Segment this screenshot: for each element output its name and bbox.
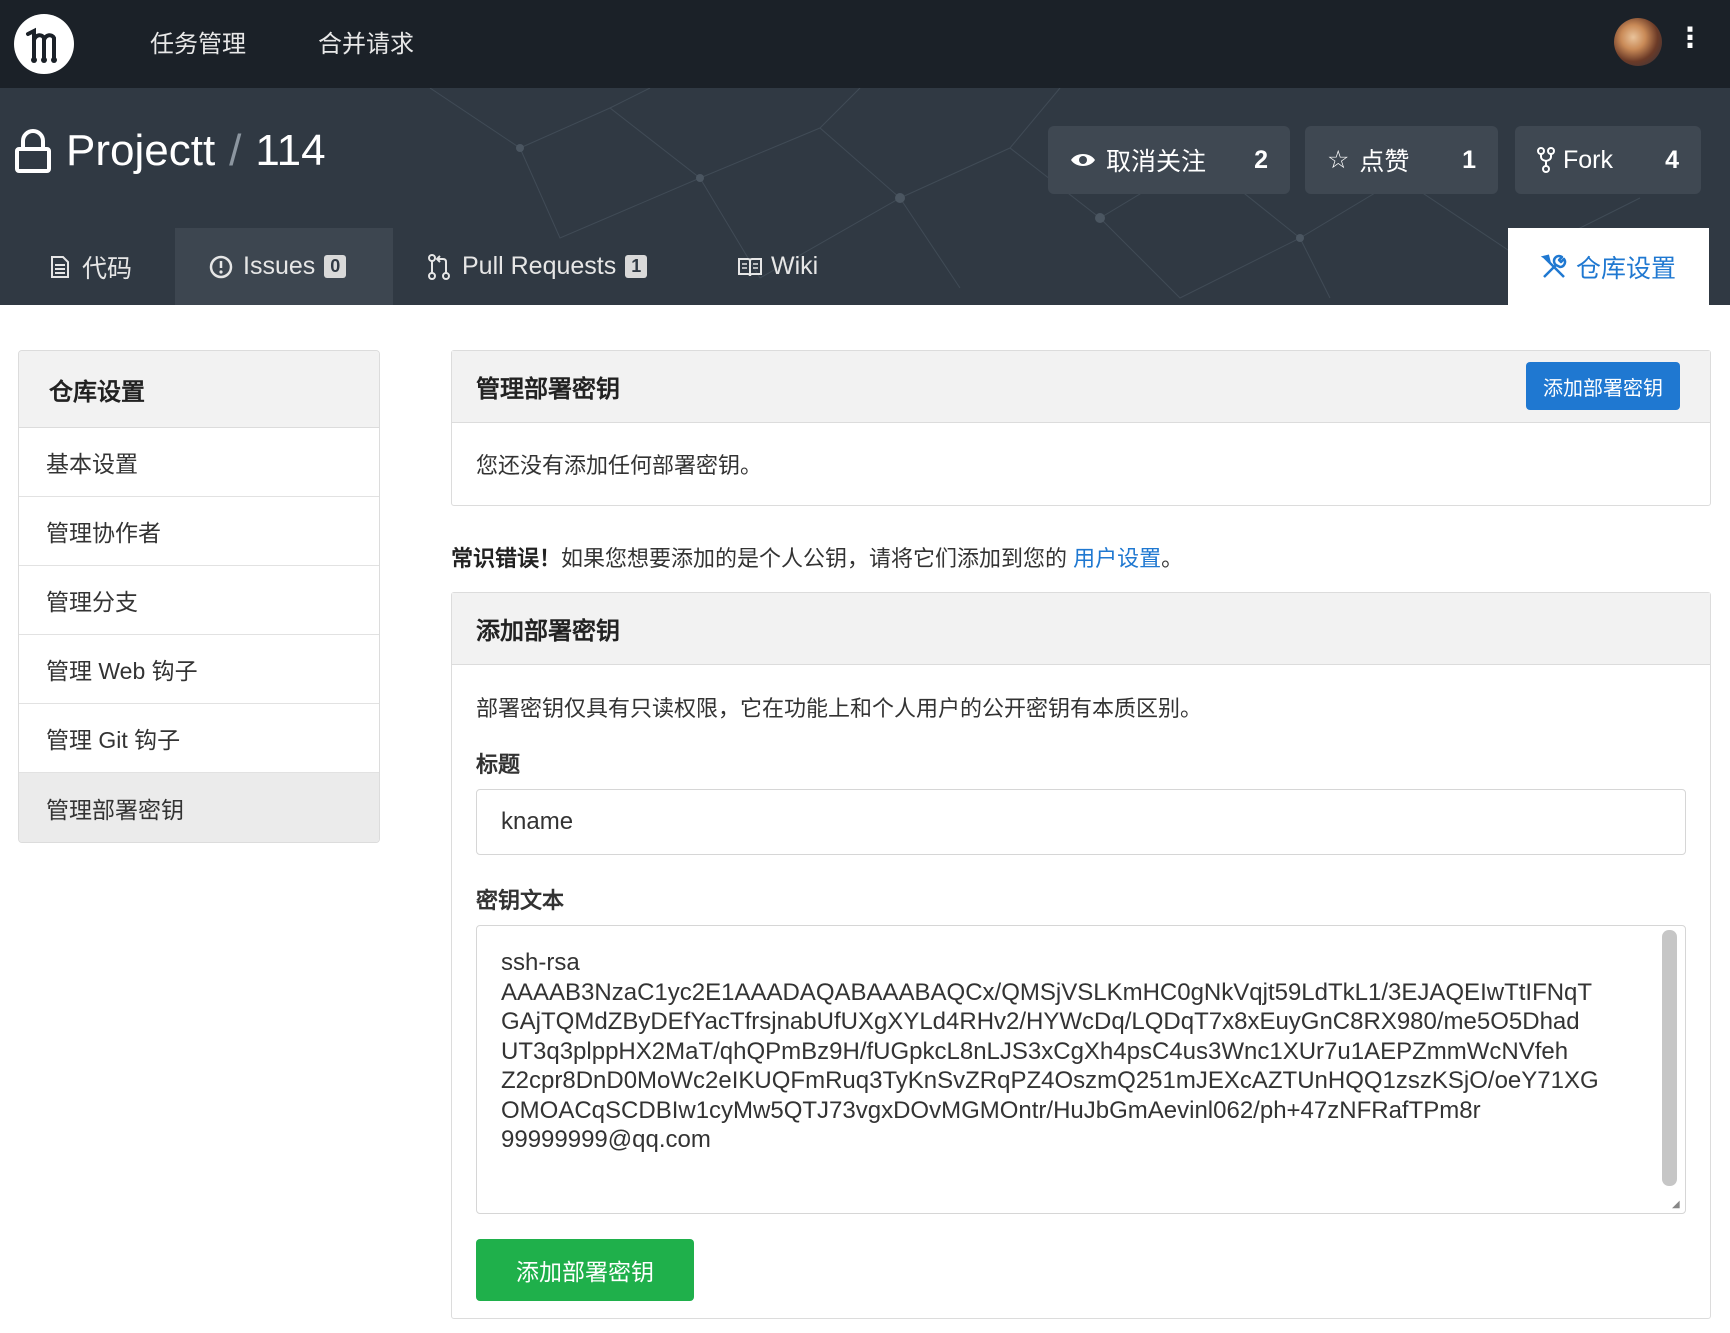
tab-code-label: 代码 (82, 254, 133, 283)
pull-request-icon (428, 253, 450, 280)
app-logo[interactable] (14, 14, 74, 74)
fork-icon (1537, 147, 1555, 173)
key-line: UT3q3plppHX2MaT/qhQPmBz9H/fUGpkcL8nLJS3x… (501, 1037, 1569, 1065)
star-count: 1 (1462, 145, 1476, 174)
top-navbar: 任务管理 合并请求 ⋮ (0, 0, 1730, 88)
repo-path-separator: / (229, 126, 242, 175)
manage-deploy-keys-title: 管理部署密钥 (476, 376, 620, 403)
key-line: ssh-rsa (501, 949, 580, 976)
tab-settings[interactable]: 仓库设置 (1508, 228, 1709, 305)
manage-deploy-keys-header: 管理部署密钥 添加部署密钥 (452, 351, 1710, 423)
tab-wiki-label: Wiki (771, 252, 819, 280)
key-content-label: 密钥文本 (476, 888, 565, 913)
repo-name-link[interactable]: 114 (255, 126, 325, 176)
key-content-textarea[interactable]: ssh-rsa AAAAB3NzaC1yc2E1AAADAQABAAABAQCx… (476, 925, 1686, 1214)
file-icon (51, 255, 69, 278)
warning-strong: 常识错误！ (451, 546, 562, 571)
key-line: GAjTQMdZByDEfYacTfrsjnabUfUXgXYLd4RHv2/H… (501, 1008, 1580, 1035)
repo-owner-link[interactable]: Projectt (66, 126, 215, 176)
sidebar-item-git-hooks[interactable]: 管理 Git 钩子 (19, 704, 379, 773)
sidebar-item-branches[interactable]: 管理分支 (19, 566, 379, 635)
watch-label: 取消关注 (1106, 148, 1207, 176)
key-line: Z2cpr8DnD0MoWc2eIKUQFmRuq3TyKnSvZRqPZ4Os… (501, 1067, 1599, 1094)
sidebar-title: 仓库设置 (19, 351, 379, 428)
personal-key-warning: 常识错误！如果您想要添加的是个人公钥，请将它们添加到您的 用户设置。 (451, 541, 1183, 573)
textarea-scrollbar[interactable] (1662, 930, 1677, 1186)
tab-pull-requests-label: Pull Requests (462, 252, 617, 280)
key-line: OMOACqSCDBIw1cyMw5QTJ73vgxDOvMGMOntr/HuJ… (501, 1096, 1481, 1124)
add-deploy-key-header: 添加部署密钥 (452, 593, 1710, 665)
key-line: 99999999@qq.com (501, 1126, 711, 1153)
add-deploy-key-form: 部署密钥仅具有只读权限，它在功能上和个人用户的公开密钥有本质区别。 标题 kna… (452, 691, 1710, 1301)
tab-wiki[interactable]: Wiki (737, 228, 847, 305)
sidebar-item-collaborators[interactable]: 管理协作者 (19, 497, 379, 566)
star-button[interactable]: ☆ 点赞 1 (1305, 126, 1498, 194)
sidebar-item-deploy-keys[interactable]: 管理部署密钥 (19, 773, 379, 842)
submit-deploy-key-button[interactable]: 添加部署密钥 (476, 1239, 694, 1301)
add-deploy-key-panel: 添加部署密钥 部署密钥仅具有只读权限，它在功能上和个人用户的公开密钥有本质区别。… (451, 592, 1711, 1319)
book-icon (738, 257, 762, 276)
pulls-count-badge: 1 (625, 255, 648, 278)
no-keys-message: 您还没有添加任何部署密钥。 (476, 453, 763, 478)
nav-merge-requests[interactable]: 合并请求 (318, 24, 414, 59)
warning-text: 如果您想要添加的是个人公钥，请将它们添加到您的 (561, 546, 1074, 571)
tools-icon (1540, 253, 1567, 278)
add-deploy-key-title: 添加部署密钥 (476, 618, 620, 645)
lock-icon (15, 129, 51, 173)
sidebar-item-basic-settings[interactable]: 基本设置 (19, 428, 379, 497)
deploy-key-description: 部署密钥仅具有只读权限，它在功能上和个人用户的公开密钥有本质区别。 (476, 696, 1203, 721)
add-deploy-key-header-button[interactable]: 添加部署密钥 (1526, 362, 1680, 410)
watch-button[interactable]: 取消关注 2 (1048, 126, 1290, 194)
star-label: 点赞 (1359, 148, 1410, 176)
warning-end: 。 (1161, 546, 1184, 571)
issue-icon (209, 255, 233, 278)
eye-icon (1071, 154, 1095, 166)
logo-icon (15, 15, 73, 73)
sidebar-item-webhooks[interactable]: 管理 Web 钩子 (19, 635, 379, 704)
user-avatar[interactable] (1614, 18, 1662, 66)
tab-issues[interactable]: Issues 0 (175, 228, 393, 305)
repo-tabs: 代码 Issues 0 Pull Requests 1 Wiki 仓库设置 (0, 228, 1730, 305)
manage-deploy-keys-panel: 管理部署密钥 添加部署密钥 您还没有添加任何部署密钥。 (451, 350, 1711, 506)
more-menu-icon[interactable]: ⋮ (1676, 24, 1704, 52)
settings-sidebar: 仓库设置 基本设置 管理协作者 管理分支 管理 Web 钩子 管理 Git 钩子… (18, 350, 380, 843)
tab-issues-label: Issues (243, 252, 316, 280)
fork-label: Fork (1563, 145, 1613, 174)
fork-count: 4 (1665, 145, 1679, 174)
watch-count: 2 (1254, 145, 1268, 174)
title-input[interactable]: kname (476, 789, 1686, 855)
repo-title: Projectt / 114 (14, 126, 326, 176)
tab-code[interactable]: 代码 (50, 228, 175, 305)
fork-button[interactable]: Fork 4 (1515, 126, 1701, 194)
issues-count-badge: 0 (324, 255, 347, 278)
tab-pull-requests[interactable]: Pull Requests 1 (428, 228, 673, 305)
user-settings-link[interactable]: 用户设置 (1073, 546, 1161, 571)
nav-tasks[interactable]: 任务管理 (150, 24, 246, 59)
tab-settings-label: 仓库设置 (1576, 254, 1677, 283)
title-label: 标题 (476, 752, 521, 777)
star-icon: ☆ (1327, 146, 1350, 174)
resize-grip-icon[interactable]: ◢ (1672, 1200, 1682, 1210)
key-line: AAAAB3NzaC1yc2E1AAADAQABAAABAQCx/QMSjVSL… (501, 978, 1593, 1006)
